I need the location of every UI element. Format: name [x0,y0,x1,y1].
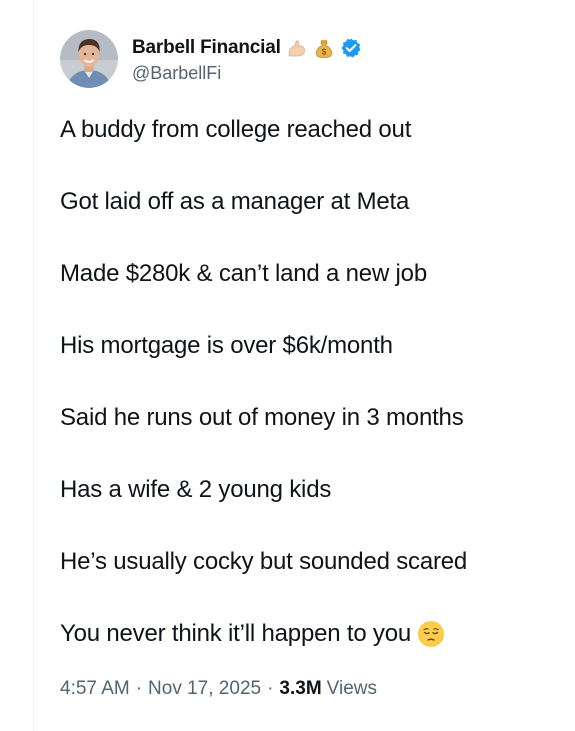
tweet-line: His mortgage is over $6k/month [60,332,393,359]
tweet-line-last: You never think it’ll happen to you [60,618,560,650]
tweet-line: Said he runs out of money in 3 months [60,404,464,431]
verified-badge-icon[interactable] [340,37,362,59]
flexed-biceps-icon [286,37,308,59]
tweet-time[interactable]: 4:57 AM [60,678,130,700]
tweet-header: Barbell Financial $ @BarbellFi [60,30,362,88]
tweet-line: Has a wife & 2 young kids [60,476,332,503]
svg-text:$: $ [321,48,326,57]
avatar[interactable] [60,30,118,88]
tweet-date[interactable]: Nov 17, 2025 [148,678,261,700]
tweet-line: A buddy from college reached out [60,116,412,143]
tweet-meta: 4:57 AM · Nov 17, 2025 · 3.3M Views [60,678,377,700]
tweet-card: Barbell Financial $ @BarbellFi A buddy f… [33,0,575,731]
pensive-face-icon [417,620,445,648]
tweet-line: Got laid off as a manager at Meta [60,188,410,215]
author-handle[interactable]: @BarbellFi [132,63,362,84]
money-bag-icon: $ [313,37,335,59]
tweet-text: A buddy from college reached out Got lai… [60,114,560,690]
tweet-line: He’s usually cocky but sounded scared [60,548,468,575]
meta-separator: · [135,678,143,699]
meta-separator: · [267,678,274,699]
tweet-line: Made $280k & can’t land a new job [60,260,427,287]
avatar-image [60,30,118,88]
name-row: Barbell Financial $ [132,34,362,62]
author-display-name[interactable]: Barbell Financial [132,37,281,59]
author-names: Barbell Financial $ @BarbellFi [132,34,362,84]
views-count[interactable]: 3.3M [279,678,321,700]
views-label: Views [326,678,377,699]
